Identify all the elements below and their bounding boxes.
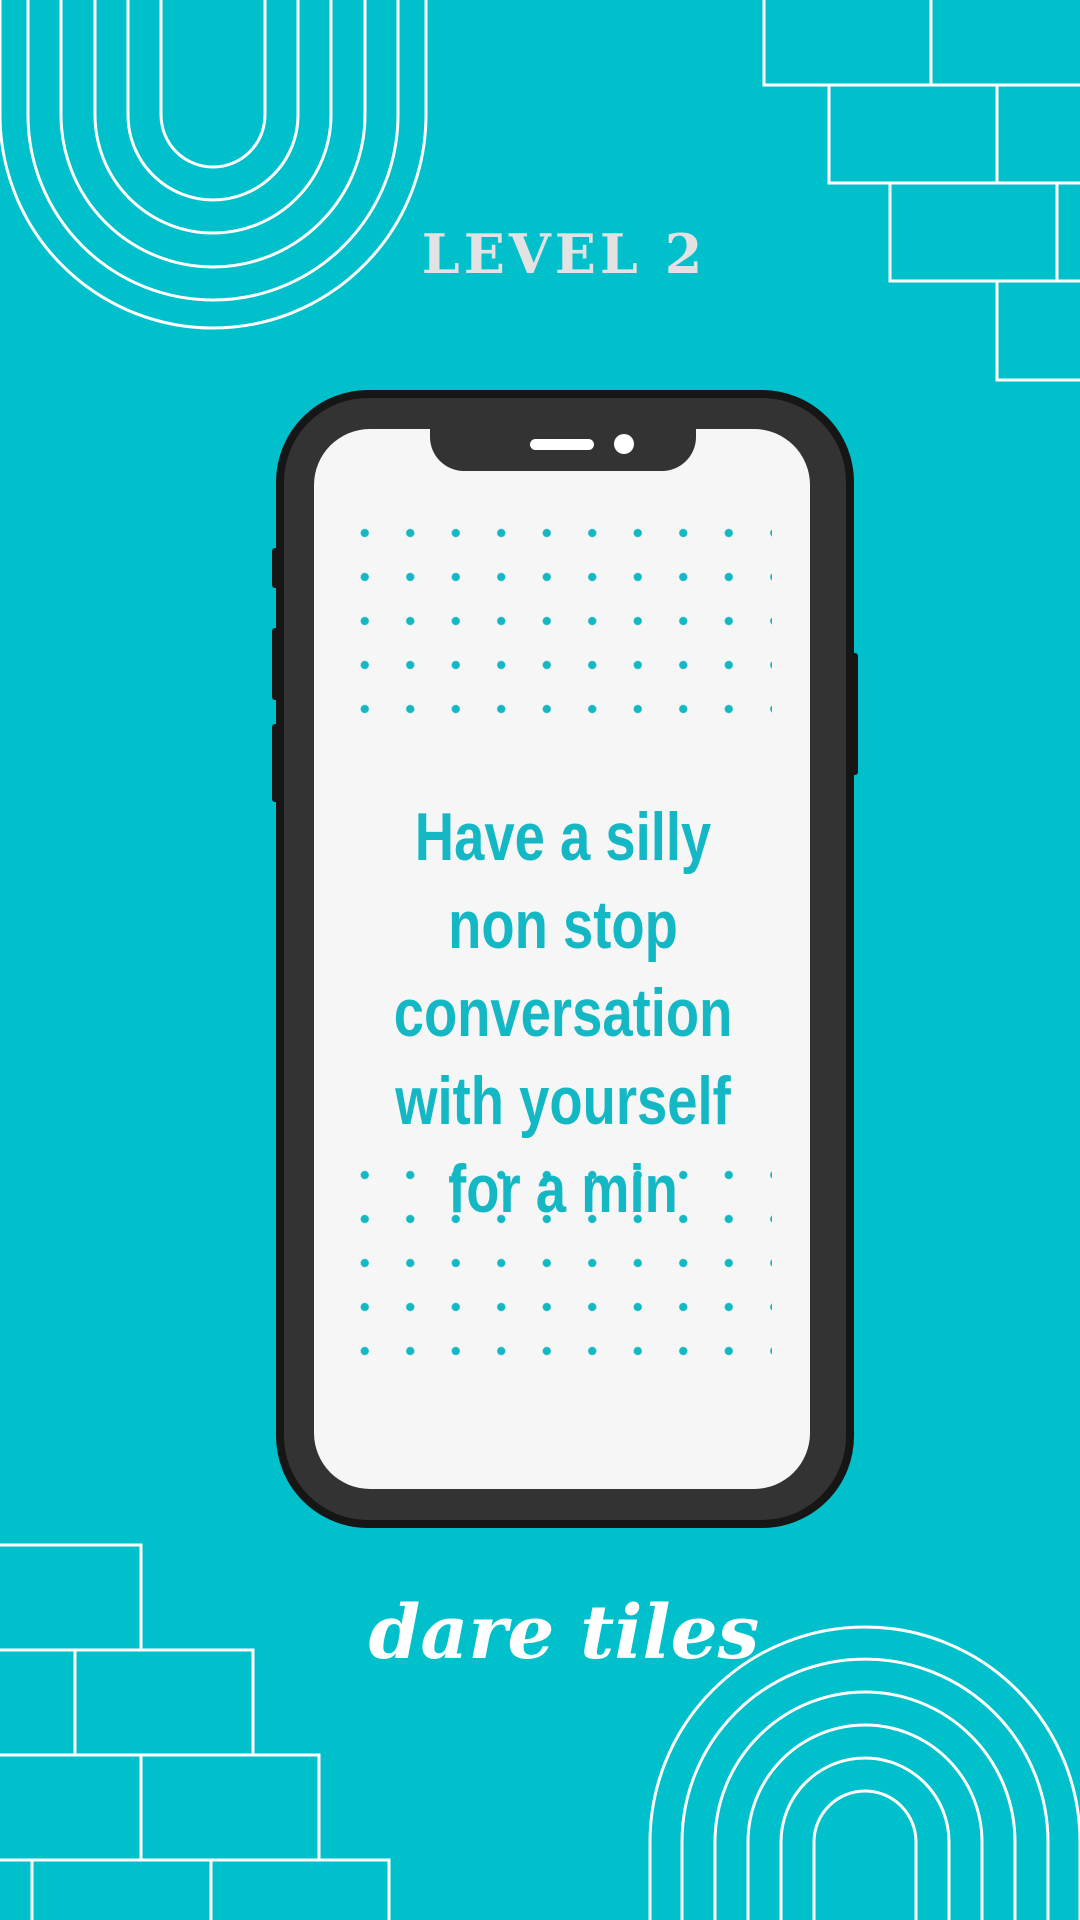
top-right-bricks-decoration: [762, 0, 1080, 382]
level-title: LEVEL 2: [421, 222, 707, 286]
brand-logo: dare tiles: [368, 1590, 760, 1676]
dot-grid-bottom: [342, 1153, 772, 1385]
speaker-icon: [530, 439, 594, 450]
dot-grid-top: [342, 511, 772, 743]
camera-icon: [614, 434, 634, 454]
